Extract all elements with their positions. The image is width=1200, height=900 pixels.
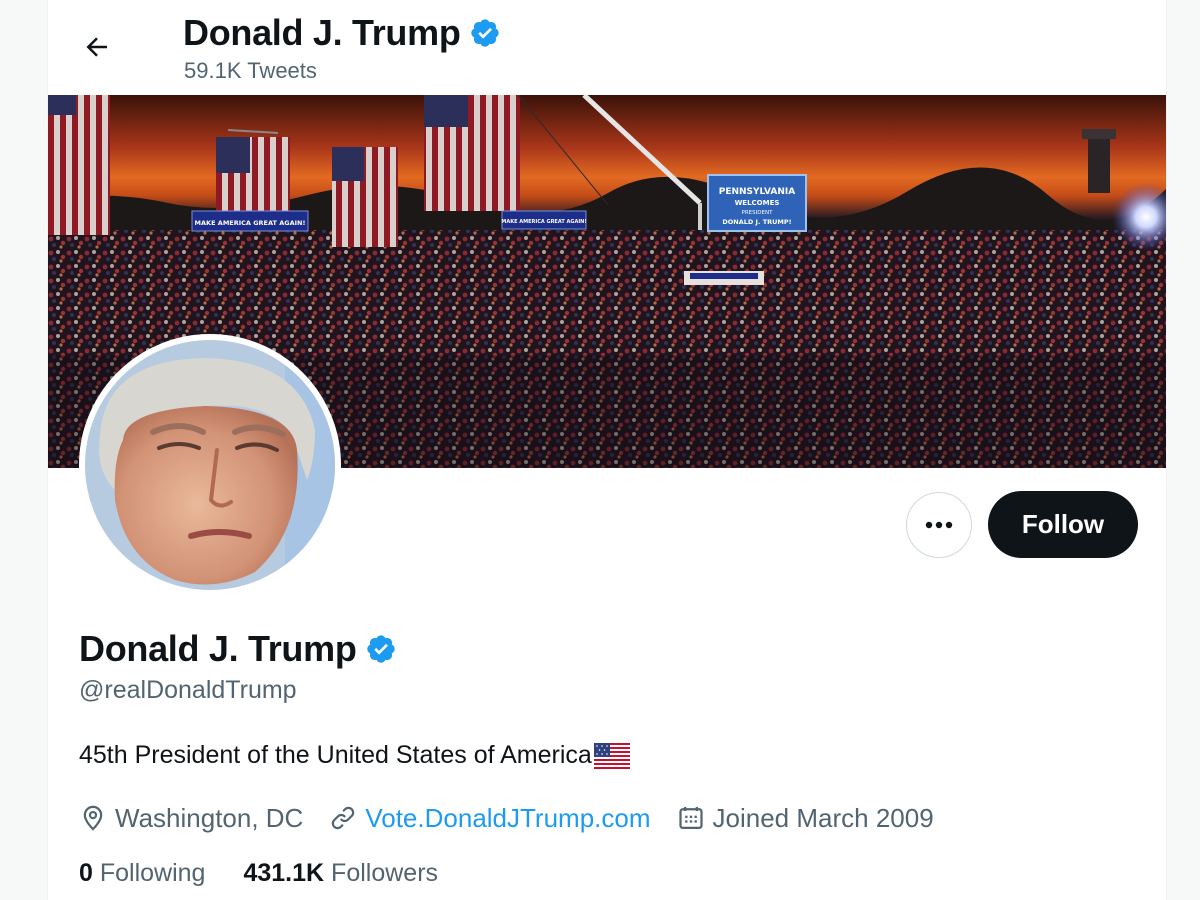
banner-sign-left: MAKE AMERICA GREAT AGAIN! [195, 219, 306, 227]
website-item[interactable]: Vote.DonaldJTrump.com [329, 803, 651, 834]
tweet-count: 59.1K Tweets [184, 58, 317, 83]
link-icon [332, 806, 355, 830]
profile-meta: Washington, DC Vote.DonaldJTrump.com Joi… [79, 800, 960, 836]
screen-line-3: PRESIDENT [742, 210, 774, 216]
joined-item: Joined March 2009 [677, 803, 934, 834]
profile-stats: 0 Following 431.1K Followers [79, 859, 438, 888]
followers-count: 431.1K [243, 859, 325, 887]
more-options-button[interactable] [906, 492, 972, 558]
bio-text: 45th President of the United States of A… [79, 741, 592, 769]
location-item: Washington, DC [79, 803, 303, 834]
header-title: Donald J. Trump [183, 12, 501, 54]
verified-badge-icon [366, 635, 395, 663]
profile-column: Donald J. Trump 59.1K Tweets MAKE AMERIC… [47, 0, 1167, 900]
back-arrow-icon [86, 37, 107, 57]
website-link[interactable]: Vote.DonaldJTrump.com [365, 803, 650, 834]
verified-badge-icon [470, 19, 499, 47]
followers-label: Followers [331, 859, 439, 887]
screen-line-4: DONALD J. TRUMP! [722, 218, 791, 226]
location-pin-icon [83, 805, 103, 831]
profile-name: Donald J. Trump [79, 628, 397, 670]
screen-line-2: WELCOMES [735, 199, 780, 207]
profile-avatar[interactable] [79, 334, 341, 596]
profile-bio: 45th President of the United States of A… [79, 741, 630, 770]
following-stat[interactable]: 0 Following [79, 859, 205, 888]
profile-header: Donald J. Trump 59.1K Tweets [48, 0, 1166, 95]
follow-button[interactable]: Follow [988, 491, 1138, 558]
joined-text: Joined March 2009 [712, 802, 934, 833]
location-text: Washington, DC [115, 802, 304, 833]
header-name: Donald J. Trump [183, 12, 461, 53]
screen-line-1: PENNSYLVANIA [719, 187, 796, 197]
banner-sign-right: MAKE AMERICA GREAT AGAIN! [501, 219, 586, 225]
more-options-icon [925, 521, 953, 529]
following-count: 0 [79, 859, 93, 887]
profile-handle: @realDonaldTrump [79, 676, 297, 704]
profile-name-text: Donald J. Trump [79, 628, 357, 669]
followers-stat[interactable]: 431.1K Followers [243, 859, 438, 888]
calendar-icon [678, 806, 703, 830]
us-flag-icon [593, 742, 630, 769]
back-button[interactable] [74, 24, 120, 70]
following-label: Following [99, 859, 206, 887]
